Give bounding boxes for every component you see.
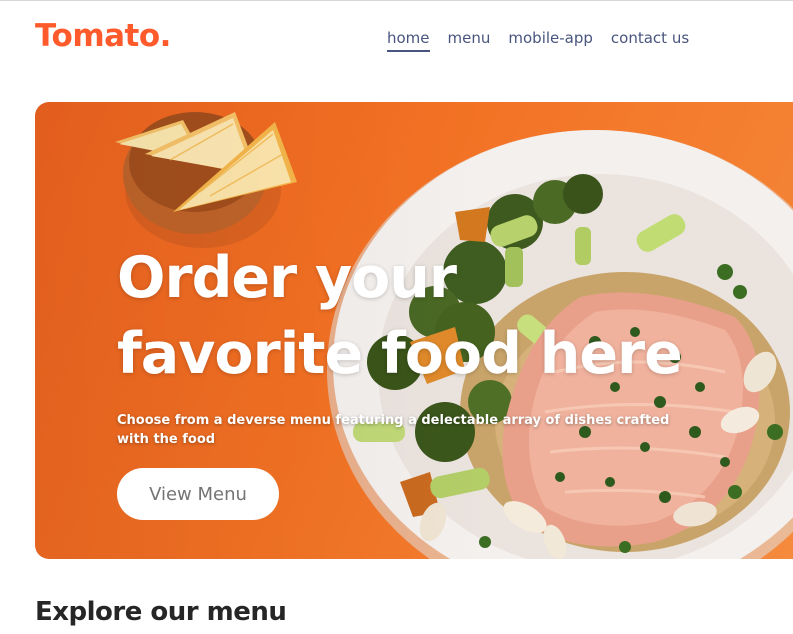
nav-link-home[interactable]: home — [387, 28, 430, 52]
nav-link-contact-us[interactable]: contact us — [611, 28, 689, 52]
navbar: Tomato. home menu mobile-app contact us — [0, 0, 793, 78]
hero-description: Choose from a deverse menu featuring a d… — [117, 413, 670, 447]
nav-link-menu[interactable]: menu — [448, 28, 491, 52]
nav-links: home menu mobile-app contact us — [387, 28, 689, 52]
page: Tomato. home menu mobile-app contact us — [0, 0, 793, 634]
hero-banner: Order your favorite food here Choose fro… — [35, 102, 793, 559]
hero-title: Order your favorite food here — [117, 245, 683, 387]
view-menu-button[interactable]: View Menu — [117, 468, 279, 520]
explore-menu-heading: Explore our menu — [35, 597, 287, 627]
nav-link-mobile-app[interactable]: mobile-app — [508, 28, 593, 52]
logo[interactable]: Tomato. — [35, 16, 171, 56]
